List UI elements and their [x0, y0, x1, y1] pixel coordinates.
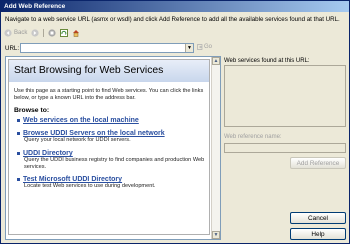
chevron-down-icon: ▼: [187, 45, 192, 51]
go-arrow-icon: [197, 44, 203, 50]
back-button[interactable]: Back: [4, 29, 27, 37]
toolbar-separator: [43, 29, 45, 37]
list-item: Browse UDDI Servers on the local network…: [17, 130, 209, 144]
link-test-uddi-directory[interactable]: Test Microsoft UDDI Directory: [23, 176, 122, 183]
browser-pane: Start Browsing for Web Services Use this…: [5, 56, 221, 240]
stop-icon: [48, 29, 56, 37]
url-label: URL:: [5, 45, 20, 52]
vertical-scrollbar[interactable]: ▲ ▼: [211, 57, 220, 239]
list-item: Web services on the local machine: [17, 117, 209, 124]
link-uddi-directory[interactable]: UDDI Directory: [23, 150, 73, 157]
cancel-button[interactable]: Cancel: [290, 212, 346, 224]
reference-name-input[interactable]: [224, 143, 346, 153]
forward-button[interactable]: [31, 29, 39, 37]
go-label: Go: [204, 44, 213, 50]
bullet-icon: [17, 132, 20, 135]
link-local-machine[interactable]: Web services on the local machine: [23, 117, 139, 124]
title-bar: Add Web Reference: [1, 1, 349, 12]
list-item: Test Microsoft UDDI Directory Locate tes…: [17, 176, 209, 190]
home-button[interactable]: [72, 29, 80, 37]
stop-button[interactable]: [48, 29, 56, 37]
scroll-up-icon[interactable]: ▲: [212, 57, 220, 65]
refresh-icon: [60, 29, 69, 37]
home-icon: [73, 30, 80, 37]
back-label: Back: [14, 30, 28, 36]
link-description: Query your local network for UDDI server…: [24, 137, 131, 143]
start-browsing-panel: Start Browsing for Web Services Use this…: [8, 59, 210, 235]
url-dropdown-button[interactable]: ▼: [185, 44, 193, 52]
bullet-icon: [17, 119, 20, 122]
bullet-icon: [17, 152, 20, 155]
list-item: UDDI Directory Query the UDDI business r…: [17, 150, 209, 171]
reference-name-label: Web reference name:: [224, 134, 282, 140]
bullet-icon: [17, 178, 20, 181]
panel-header: Start Browsing for Web Services: [9, 60, 209, 82]
services-found-label: Web services found at this URL:: [224, 58, 310, 64]
back-arrow-icon: [4, 29, 12, 37]
scroll-down-icon[interactable]: ▼: [212, 231, 220, 239]
navigation-toolbar: Back: [4, 28, 80, 38]
help-button[interactable]: Help: [290, 228, 346, 240]
add-reference-button[interactable]: Add Reference: [290, 157, 346, 169]
services-found-list[interactable]: [224, 65, 346, 127]
browse-to-heading: Browse to:: [14, 107, 50, 114]
link-description: Locate test Web services to use during d…: [24, 183, 156, 189]
url-input[interactable]: [20, 43, 194, 53]
panel-description: Use this page as a starting point to fin…: [14, 88, 204, 101]
link-description: Query the UDDI business registry to find…: [24, 157, 205, 170]
instruction-text: Navigate to a web service URL (asmx or w…: [5, 16, 340, 23]
go-button[interactable]: Go: [197, 44, 212, 50]
link-uddi-local-network[interactable]: Browse UDDI Servers on the local network: [23, 130, 165, 137]
refresh-button[interactable]: [60, 29, 69, 37]
add-web-reference-dialog: Add Web Reference Navigate to a web serv…: [0, 0, 350, 244]
forward-arrow-icon: [31, 29, 39, 37]
